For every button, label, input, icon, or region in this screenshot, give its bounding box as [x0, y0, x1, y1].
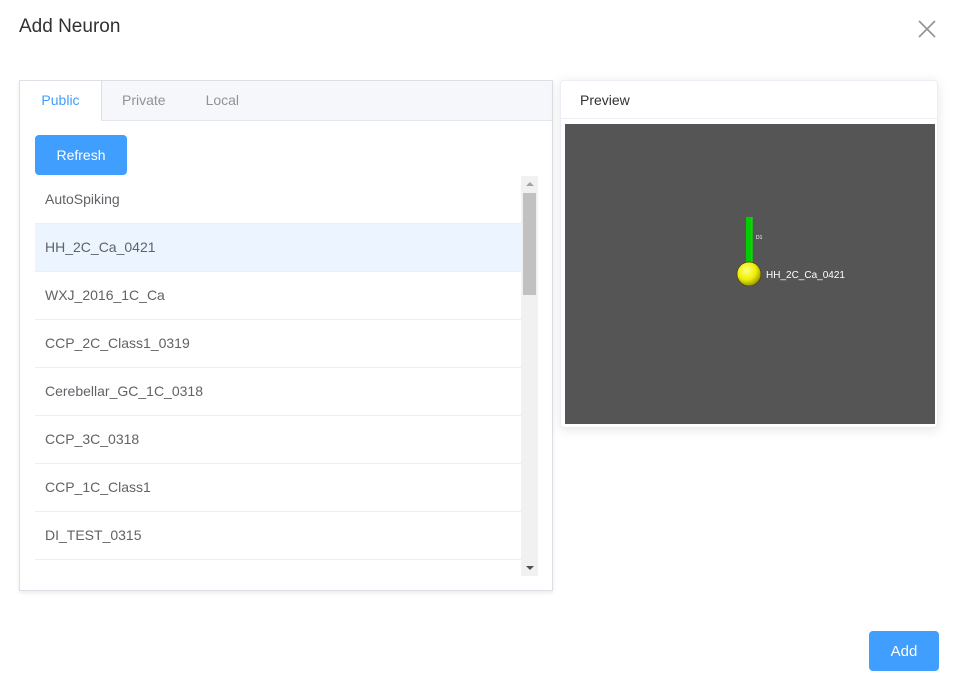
- close-button[interactable]: [914, 16, 940, 42]
- list-item[interactable]: CCP_3C_0318: [35, 416, 521, 464]
- list-scrollbar[interactable]: [521, 176, 538, 576]
- tab-private[interactable]: Private: [102, 81, 186, 120]
- scroll-thumb[interactable]: [523, 193, 536, 295]
- list-item[interactable]: DI_TEST_0315: [35, 512, 521, 560]
- neuron-list: AutoSpiking HH_2C_Ca_0421 WXJ_2016_1C_Ca…: [35, 176, 521, 576]
- soma-sphere: [736, 261, 762, 287]
- list-item[interactable]: [35, 560, 521, 576]
- list-item[interactable]: AutoSpiking: [35, 176, 521, 224]
- list-item[interactable]: CCP_2C_Class1_0319: [35, 320, 521, 368]
- tabs-header: Public Private Local: [20, 81, 552, 121]
- preview-canvas[interactable]: D1 HH_2C_Ca_0421: [565, 124, 935, 424]
- tab-local[interactable]: Local: [186, 81, 259, 120]
- neuron-list-container: AutoSpiking HH_2C_Ca_0421 WXJ_2016_1C_Ca…: [35, 176, 538, 576]
- tab-public[interactable]: Public: [20, 81, 102, 121]
- preview-header: Preview: [561, 81, 937, 119]
- close-icon: [918, 20, 936, 38]
- scroll-up-arrow-icon[interactable]: [521, 176, 538, 192]
- scroll-down-arrow-icon[interactable]: [521, 560, 538, 576]
- list-item[interactable]: Cerebellar_GC_1C_0318: [35, 368, 521, 416]
- soma-label: HH_2C_Ca_0421: [766, 270, 845, 281]
- dialog-title: Add Neuron: [19, 16, 121, 37]
- preview-panel: Preview D1 HH_2C_Ca_0421: [560, 80, 938, 428]
- list-item[interactable]: CCP_1C_Class1: [35, 464, 521, 512]
- dendrite-label: D1: [756, 235, 763, 241]
- add-button[interactable]: Add: [869, 631, 939, 671]
- list-item[interactable]: HH_2C_Ca_0421: [35, 224, 521, 272]
- list-item[interactable]: WXJ_2016_1C_Ca: [35, 272, 521, 320]
- neuron-source-panel: Public Private Local Refresh AutoSpiking…: [19, 80, 553, 591]
- refresh-button[interactable]: Refresh: [35, 135, 127, 175]
